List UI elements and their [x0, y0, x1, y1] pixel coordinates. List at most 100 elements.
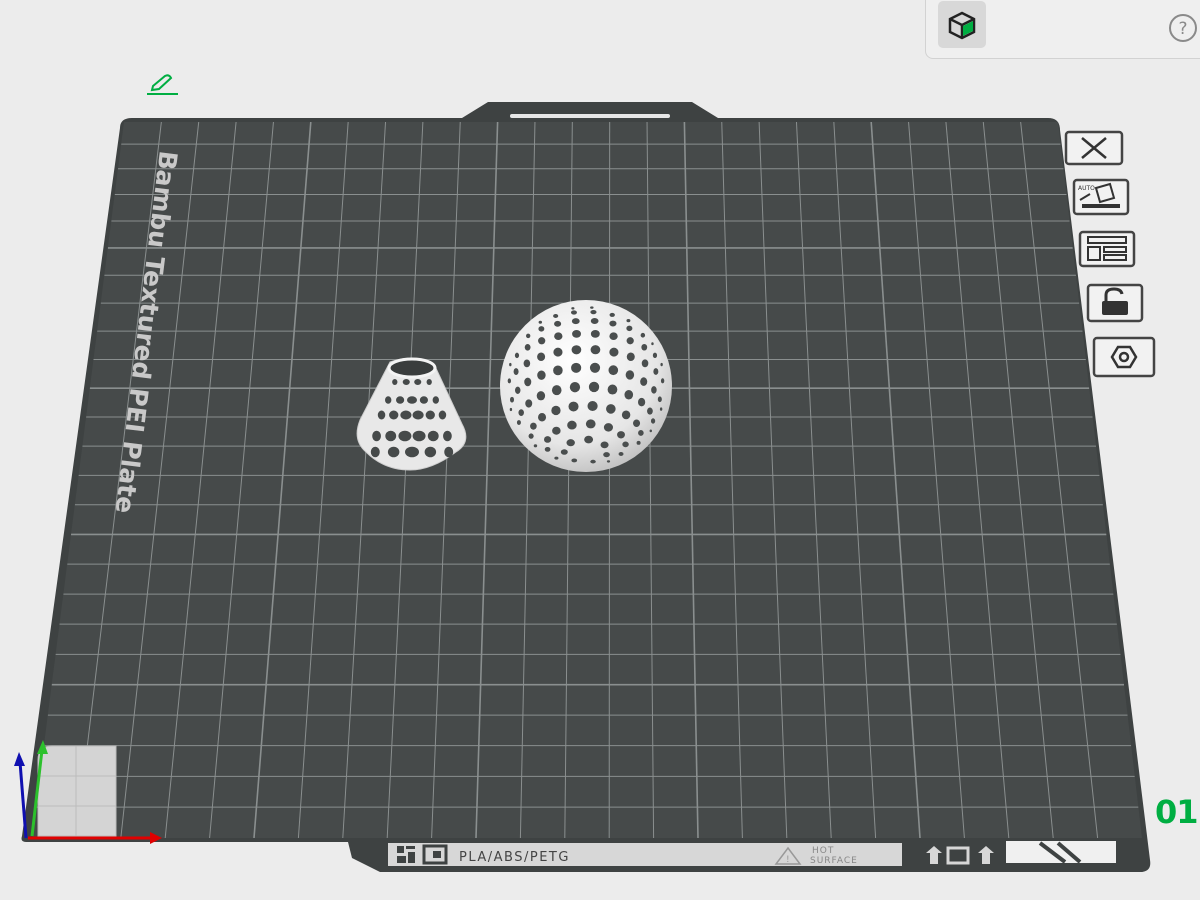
sphere-hole [571, 458, 578, 463]
sphere-hole [606, 460, 611, 463]
plate-settings-button[interactable] [1090, 336, 1158, 378]
sphere-hole [609, 347, 619, 357]
sphere-hole [566, 439, 575, 447]
sphere-hole [538, 326, 545, 332]
cone-hole [398, 430, 412, 442]
sphere-hole [538, 413, 547, 422]
sphere-hole [624, 389, 634, 400]
sphere-hole [638, 397, 646, 407]
sphere-hole [617, 431, 625, 439]
sphere-hole [622, 441, 629, 448]
sphere-hole [590, 310, 597, 315]
plate-surface[interactable] [32, 122, 1142, 838]
sphere-hole [533, 444, 538, 448]
cone-hole [424, 446, 437, 458]
question-icon[interactable]: ? [1168, 13, 1198, 43]
cone-hole [370, 446, 380, 458]
sphere-hole [584, 435, 594, 444]
sphere-hole [618, 452, 624, 456]
arrange-button[interactable] [1076, 230, 1138, 268]
sphere-hole [571, 318, 580, 325]
sphere-hole [569, 381, 581, 393]
hot-surface-line2: SURFACE [810, 856, 858, 866]
plate-material-label: PLA/ABS/PETG [459, 850, 570, 865]
sphere-hole [536, 391, 546, 401]
cone-hole [426, 379, 432, 385]
sphere-hole [653, 368, 659, 375]
sphere-hole [567, 420, 577, 430]
cone-hole [438, 410, 447, 420]
sphere-hole [603, 452, 610, 458]
sphere-hole [571, 307, 575, 310]
sphere-hole [526, 333, 531, 339]
sphere-hole [551, 385, 562, 396]
build-plate-viewport[interactable]: Bambu Textured PEI Plate PLA/ABS/PETG ! … [0, 0, 1200, 900]
sphere-hole [553, 314, 559, 318]
sphere-hole [609, 332, 618, 340]
cone-hole [412, 410, 424, 420]
cone-hole [414, 379, 422, 385]
sphere-hole [608, 365, 619, 376]
sphere-hole [650, 418, 656, 424]
sphere-hole [652, 352, 658, 359]
sphere-hole [524, 377, 532, 387]
sphere-hole [538, 320, 543, 324]
sphere-hole [524, 344, 531, 351]
perforated-sphere[interactable] [500, 300, 672, 472]
sphere-hole [513, 368, 519, 375]
cone-hole [377, 410, 386, 420]
sphere-hole [609, 320, 617, 327]
sphere-hole [554, 320, 562, 327]
sphere-hole [507, 378, 512, 384]
cone-hole [443, 430, 452, 442]
sphere-hole [603, 423, 613, 432]
cone-hole [412, 430, 426, 442]
sphere-hole [538, 337, 546, 345]
cone-hole [407, 396, 417, 404]
plate-handle [510, 114, 670, 118]
arrange-icon [1078, 230, 1136, 268]
cone-hole [405, 446, 419, 458]
sphere-hole [543, 436, 552, 443]
sphere-hole [554, 332, 563, 341]
cone-hole [432, 396, 439, 404]
sphere-hole [590, 318, 599, 325]
sphere-hole [551, 405, 561, 416]
sphere-hole [560, 449, 568, 455]
sphere-hole [600, 441, 609, 449]
plate-settings-icon [1092, 336, 1156, 378]
edit-pencil-icon[interactable] [145, 72, 181, 98]
hot-surface-line1: HOT [812, 846, 834, 856]
sphere-hole [544, 446, 551, 452]
sphere-hole [621, 410, 631, 420]
view-cube[interactable] [37, 745, 117, 837]
sphere-hole [525, 399, 533, 408]
close-icon [1064, 130, 1124, 166]
sphere-hole [626, 337, 634, 345]
sphere-hole [590, 306, 594, 309]
sphere-hole [626, 318, 631, 323]
sphere-hole [528, 433, 534, 439]
sphere-hole [537, 352, 546, 362]
sphere-hole [641, 343, 648, 351]
sphere-hole [641, 359, 649, 368]
sphere-hole [568, 401, 579, 412]
sphere-hole [514, 352, 520, 359]
plate-number[interactable]: 01 [1155, 792, 1200, 832]
auto-orient-button[interactable]: AUTO [1070, 178, 1132, 218]
delete-plate-button[interactable] [1064, 130, 1124, 166]
sphere-hole [660, 362, 663, 367]
auto-label: AUTO [1078, 185, 1095, 192]
sphere-hole [633, 419, 641, 428]
sphere-hole [590, 459, 596, 464]
cube-icon[interactable] [938, 1, 986, 48]
sphere-hole [588, 381, 600, 393]
sphere-hole [572, 330, 582, 338]
sphere-hole [651, 342, 654, 346]
cone-hole [396, 396, 405, 404]
cone-hole [389, 410, 399, 420]
cone-hole [400, 410, 412, 420]
lock-plate-button[interactable] [1084, 283, 1146, 323]
sphere-hole [640, 332, 646, 338]
sphere-hole [514, 386, 521, 394]
